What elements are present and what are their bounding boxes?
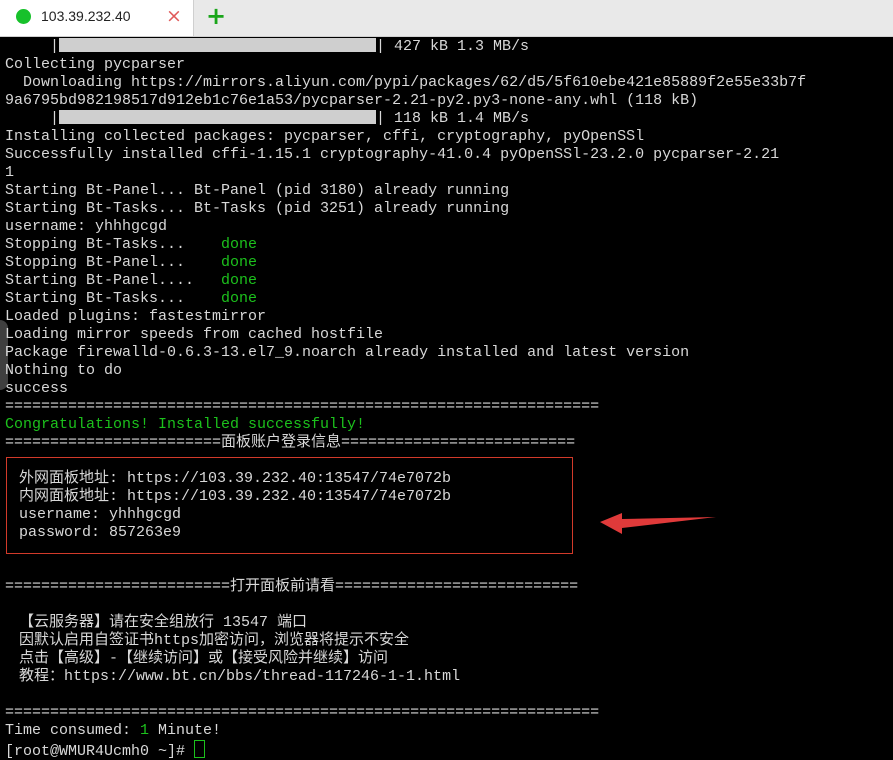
terminal-line: | | 427 kB 1.3 MB/s — [5, 38, 529, 56]
terminal-line-text: | — [5, 38, 60, 55]
status-done: done — [221, 272, 258, 289]
terminal-line-text: Downloading https://mirrors.aliyun.com/p… — [5, 74, 807, 91]
terminal-line-text: Stopping Bt-Tasks... — [5, 236, 222, 253]
red-arrow-shape — [600, 513, 716, 534]
terminal-line: Package firewalld-0.6.3-13.el7_9.noarch … — [5, 344, 689, 362]
tab-title: 103.39.232.40 — [41, 8, 131, 24]
terminal-line: 内网面板地址: https://103.39.232.40:13547/74e7… — [10, 488, 451, 506]
status-done: done — [221, 236, 258, 253]
terminal-line-text: ========================================… — [5, 398, 600, 415]
terminal-line-text: 9a6795bd982198517d912eb1c76e1a53/pycpars… — [5, 92, 699, 109]
terminal-line: | | 118 kB 1.4 MB/s — [5, 110, 529, 128]
terminal-line: username: yhhhgcgd — [10, 506, 181, 524]
status-done: done — [221, 254, 258, 271]
download-progress-bar — [59, 110, 377, 124]
status-done: done — [221, 290, 258, 307]
terminal-line: Stopping Bt-Tasks... done — [5, 236, 257, 254]
terminal-line: success — [5, 380, 68, 398]
terminal-line-text: 教程：https://www.bt.cn/bbs/thread-117246-1… — [10, 668, 461, 685]
tab-bar: 103.39.232.40 × + — [0, 0, 893, 37]
download-progress-text: | 427 kB 1.3 MB/s — [376, 38, 530, 55]
terminal-output[interactable]: | | 427 kB 1.3 MB/s Collecting pycparser D… — [0, 37, 893, 760]
close-tab-icon[interactable]: × — [166, 5, 182, 27]
terminal-line: Downloading https://mirrors.aliyun.com/p… — [5, 74, 806, 92]
terminal-line-text: Nothing to do — [5, 362, 123, 379]
terminal-line-text: Package firewalld-0.6.3-13.el7_9.noarch … — [5, 344, 690, 361]
terminal-line-text: Stopping Bt-Panel... — [5, 254, 222, 271]
terminal-line-text: 因默认启用自签证书https加密访问，浏览器将提示不安全 — [10, 632, 410, 649]
terminal-line-text: 外网面板地址: https://103.39.232.40:13547/74e7… — [10, 470, 452, 487]
terminal-line: Loading mirror speeds from cached hostfi… — [5, 326, 383, 344]
terminal-line-text: success — [5, 380, 69, 397]
download-progress-text: | 118 kB 1.4 MB/s — [376, 110, 530, 127]
terminal-line-text: Starting Bt-Panel.... — [5, 272, 222, 289]
terminal-line-text: Installing collected packages: pycparser… — [5, 128, 645, 145]
terminal-line-text: Successfully installed cffi-1.15.1 crypt… — [5, 146, 780, 163]
terminal-line: 1 — [5, 164, 14, 182]
terminal-line-text: 1 — [5, 164, 15, 181]
terminal-line: username: yhhhgcgd — [5, 218, 167, 236]
terminal-line: Collecting pycparser — [5, 56, 185, 74]
terminal-line-text: Starting Bt-Tasks... Bt-Tasks (pid 3251)… — [5, 200, 510, 217]
terminal-tab[interactable]: 103.39.232.40 × — [0, 0, 194, 36]
terminal-line: Stopping Bt-Panel... done — [5, 254, 257, 272]
terminal-line: ========================================… — [5, 398, 599, 416]
terminal-line: 9a6795bd982198517d912eb1c76e1a53/pycpars… — [5, 92, 698, 110]
terminal-line: Starting Bt-Tasks... Bt-Tasks (pid 3251)… — [5, 200, 509, 218]
terminal-line-text: Loading mirror speeds from cached hostfi… — [5, 326, 384, 343]
terminal-line: 点击【高级】-【继续访问】或【接受风险并继续】访问 — [10, 650, 388, 668]
terminal-line-text: =========================打开面板前请看========… — [5, 578, 579, 595]
terminal-line: Successfully installed cffi-1.15.1 crypt… — [5, 146, 779, 164]
terminal-line-text: Loaded plugins: fastestmirror — [5, 308, 267, 325]
terminal-line-text: Collecting pycparser — [5, 56, 186, 73]
terminal-line: Congratulations! Installed successfully! — [5, 416, 365, 434]
terminal-line-text: 内网面板地址: https://103.39.232.40:13547/74e7… — [10, 488, 452, 505]
terminal-line-text: Congratulations! Installed successfully! — [5, 416, 366, 433]
terminal-line: ========================================… — [5, 704, 599, 722]
terminal-line-text: ========================================… — [5, 704, 600, 721]
terminal-line-text: 【云服务器】请在安全组放行 13547 端口 — [10, 614, 308, 631]
terminal-cursor[interactable] — [194, 740, 206, 758]
terminal-line: 【云服务器】请在安全组放行 13547 端口 — [10, 614, 307, 632]
terminal-line: password: 857263e9 — [10, 524, 181, 542]
terminal-line-text: password: 857263e9 — [10, 524, 182, 541]
terminal-line-text: Starting Bt-Tasks... — [5, 290, 222, 307]
terminal-line: Time consumed: 1 Minute! — [5, 722, 221, 740]
terminal-line: 外网面板地址: https://103.39.232.40:13547/74e7… — [10, 470, 451, 488]
terminal-line-text: | — [5, 110, 60, 127]
download-progress-bar — [59, 38, 377, 52]
terminal-line: ========================面板账户登录信息========… — [5, 434, 575, 452]
terminal-line: Loaded plugins: fastestmirror — [5, 308, 266, 326]
terminal-line: 因默认启用自签证书https加密访问，浏览器将提示不安全 — [10, 632, 409, 650]
terminal-line-text: username: yhhhgcgd — [5, 218, 168, 235]
terminal-line: [root@WMUR4Ucmh0 ~]# — [5, 740, 206, 760]
new-tab-icon[interactable]: + — [206, 2, 226, 30]
terminal-line: Starting Bt-Tasks... done — [5, 290, 257, 308]
time-consumed-value: 1 — [140, 722, 150, 739]
terminal-line-text: Time consumed: — [5, 722, 141, 739]
terminal-line-text: 点击【高级】-【继续访问】或【接受风险并继续】访问 — [10, 650, 389, 667]
terminal-line: Starting Bt-Panel... Bt-Panel (pid 3180)… — [5, 182, 509, 200]
terminal-line: Starting Bt-Panel.... done — [5, 272, 257, 290]
terminal-line-text: ========================面板账户登录信息========… — [5, 434, 576, 451]
time-consumed-unit: Minute! — [149, 722, 222, 739]
terminal-line: =========================打开面板前请看========… — [5, 578, 578, 596]
terminal-line: 教程：https://www.bt.cn/bbs/thread-117246-1… — [10, 668, 460, 686]
terminal-line-text: Starting Bt-Panel... Bt-Panel (pid 3180)… — [5, 182, 510, 199]
terminal-line-text: [root@WMUR4Ucmh0 ~]# — [5, 743, 195, 760]
terminal-line: Installing collected packages: pycparser… — [5, 128, 644, 146]
terminal-line: Nothing to do — [5, 362, 122, 380]
terminal-line-text: username: yhhhgcgd — [10, 506, 182, 523]
connection-status-icon — [16, 9, 31, 24]
